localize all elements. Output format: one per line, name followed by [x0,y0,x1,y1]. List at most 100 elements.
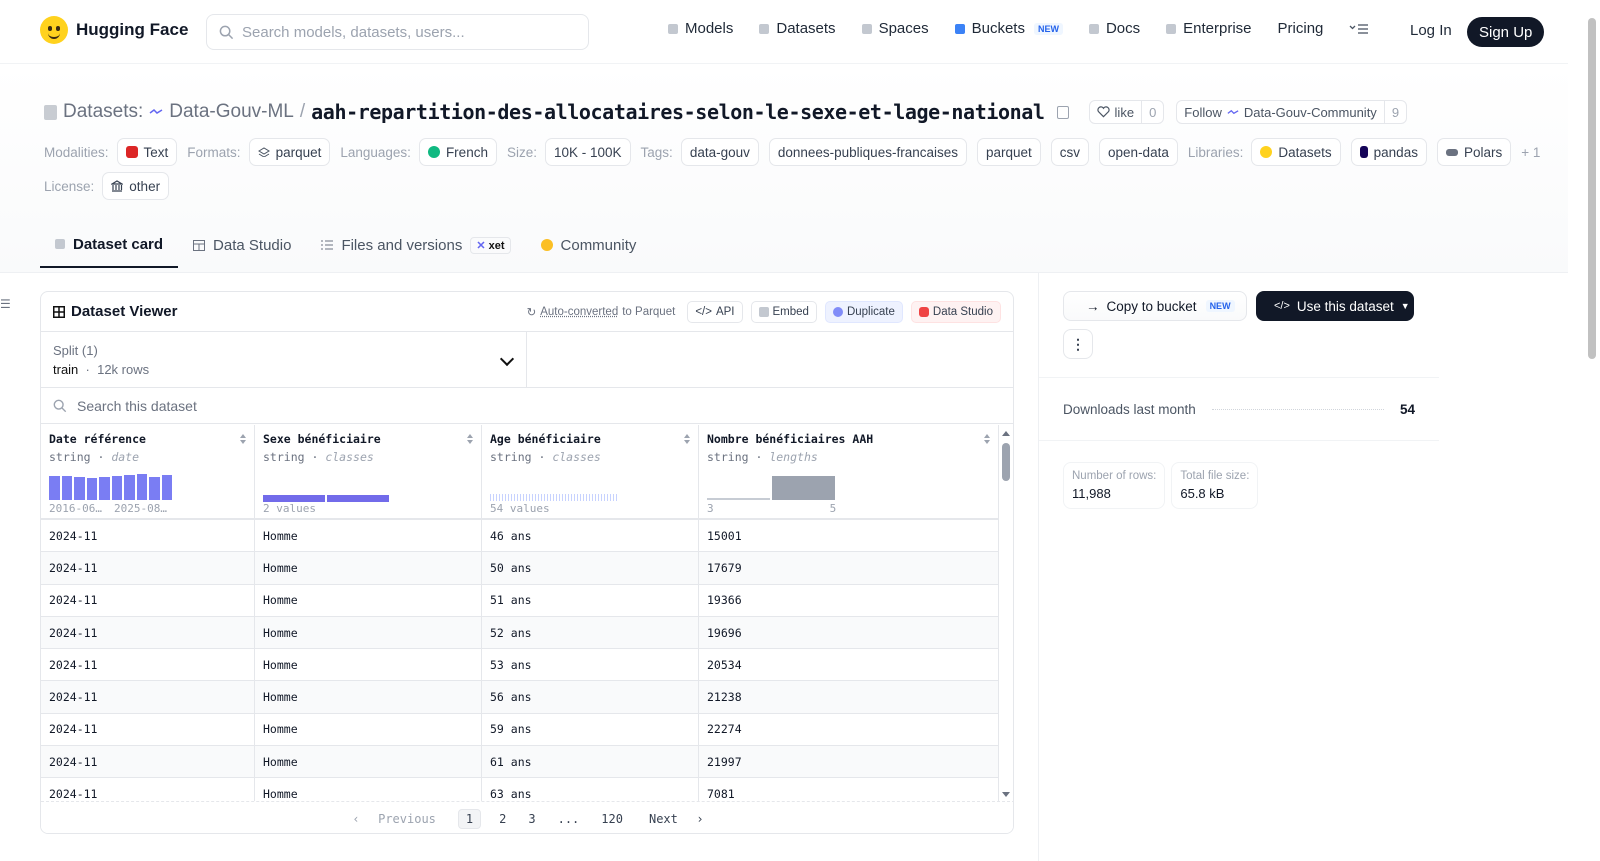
cell-sexe[interactable]: Homme [255,616,482,649]
class-distribution[interactable] [263,495,389,502]
nav-buckets[interactable]: Buckets NEW [954,20,1063,37]
table-row[interactable]: 2024-11 Homme 53 ans 20534 [41,649,999,682]
cell-nombre[interactable]: 22274 [699,713,999,746]
cell-nombre[interactable]: 20534 [699,649,999,681]
date-histogram[interactable] [49,474,172,500]
cell-age[interactable]: 51 ans [482,584,699,616]
table-row[interactable]: 2024-11 Homme 46 ans 15001 [41,520,999,553]
modality-tag[interactable]: Text [116,138,178,166]
library-tag[interactable]: Datasets [1251,138,1341,166]
histogram-bar[interactable] [61,476,72,500]
cell-date[interactable]: 2024-11 [41,520,255,552]
repo-name[interactable]: aah-repartition-des-allocataires-selon-l… [311,100,1045,124]
class-bar[interactable] [327,495,389,502]
cell-nombre[interactable]: 21238 [699,681,999,713]
library-tag[interactable]: Polars [1436,138,1512,166]
dataset-search-input[interactable] [77,397,477,414]
page-button[interactable]: 3 [524,810,539,828]
cell-age[interactable]: 52 ans [482,616,699,649]
copy-icon[interactable] [1056,105,1069,119]
table-scrollbar[interactable] [999,425,1013,801]
cell-age[interactable]: 46 ans [482,520,699,552]
cell-date[interactable]: 2024-11 [41,681,255,713]
cell-nombre[interactable]: 17679 [699,552,999,584]
tag-chip[interactable]: csv [1050,138,1090,166]
histogram-bar[interactable] [161,475,172,500]
table-row[interactable]: 2024-11 Homme 61 ans 21997 [41,746,999,779]
histogram-bar[interactable] [124,475,135,500]
libraries-more[interactable]: + 1 [1521,145,1540,160]
column-header-sexe[interactable]: Sexe bénéficiaire string · classes 2 val… [255,425,482,518]
license-tag[interactable]: other [102,172,170,200]
histogram-bar[interactable] [99,477,110,500]
sort-icon[interactable] [240,434,246,444]
page-scrollbar[interactable] [1568,0,1600,861]
copy-to-bucket-button[interactable]: → Copy to bucket NEW [1063,291,1247,321]
histogram-bar[interactable] [74,477,85,500]
data-studio-button[interactable]: Data Studio [910,300,1001,323]
cell-date[interactable]: 2024-11 [41,552,255,584]
histogram-bar[interactable] [136,474,147,500]
cell-sexe[interactable]: Homme [255,552,482,584]
previous-page-button[interactable]: ‹ Previous [348,810,443,828]
table-row[interactable]: 2024-11 Homme 51 ans 19366 [41,584,999,617]
language-tag[interactable]: French [418,138,497,166]
duplicate-button[interactable]: Duplicate [824,300,903,323]
nav-models[interactable]: Models [668,20,733,37]
brand-logo[interactable]: Hugging Face [40,16,188,44]
dataset-search[interactable] [41,388,1013,424]
nav-enterprise[interactable]: Enterprise [1166,20,1252,37]
cell-age[interactable]: 61 ans [482,746,699,778]
cell-age[interactable]: 53 ans [482,649,699,681]
tab-files[interactable]: Files and versions ✕ xet [306,222,525,268]
login-link[interactable]: Log In [1410,22,1452,39]
library-tag[interactable]: pandas [1350,138,1427,166]
like-button[interactable]: like 0 [1088,100,1165,124]
follow-button[interactable]: Follow Data-Gouv-Community 9 [1176,100,1408,124]
section-label[interactable]: Datasets: [63,101,143,123]
format-tag[interactable]: parquet [248,138,331,166]
column-header-date[interactable]: Date référence string · date 2016-06… 202… [41,425,255,518]
cell-nombre[interactable]: 19696 [699,616,999,649]
cell-nombre[interactable]: 21997 [699,746,999,778]
cell-age[interactable]: 50 ans [482,552,699,584]
histogram-bar[interactable] [149,477,160,500]
nav-pricing[interactable]: Pricing [1278,20,1324,37]
page-button[interactable]: 2 [495,810,510,828]
class-distribution[interactable] [490,494,618,501]
column-header-nombre[interactable]: Nombre bénéficiaires AAH string · length… [699,425,999,518]
org-link[interactable]: Data-Gouv-ML [169,101,294,123]
signup-button[interactable]: Sign Up [1467,17,1545,47]
table-row[interactable]: 2024-11 Homme 52 ans 19696 [41,616,999,650]
cell-nombre[interactable]: 15001 [699,520,999,552]
nav-datasets[interactable]: Datasets [759,20,836,37]
more-options-icon[interactable]: ⋮ [1063,329,1093,359]
tag-chip[interactable]: donnees-publiques-francaises [768,138,967,166]
global-search-input[interactable] [242,23,562,41]
cell-nombre[interactable]: 19366 [699,584,999,616]
sort-icon[interactable] [684,434,690,444]
sort-icon[interactable] [467,434,473,444]
table-row[interactable]: 2024-11 Homme 59 ans 22274 [41,713,999,747]
cell-date[interactable]: 2024-11 [41,746,255,778]
histogram-bar[interactable] [111,476,122,500]
tag-chip[interactable]: open-data [1099,138,1178,166]
tag-chip[interactable]: data-gouv [680,138,759,166]
tag-chip[interactable]: parquet [976,138,1041,166]
page-button[interactable]: 1 [457,808,482,829]
embed-button[interactable]: Embed [750,300,817,323]
size-tag[interactable]: 10K - 100K [544,138,631,166]
auto-converted-link[interactable]: Auto-converted [540,306,618,318]
column-header-age[interactable]: Age bénéficiaire string · classes 54 val… [482,425,699,518]
table-row[interactable]: 2024-11 Homme 50 ans 17679 [41,552,999,585]
tab-dataset-card[interactable]: Dataset card [40,222,179,268]
histogram-bar[interactable] [86,478,97,500]
sidebar-toggle-icon[interactable]: ☰ [0,297,11,311]
split-select[interactable]: Split (1) train · 12k rows [41,332,527,387]
length-bar[interactable] [772,476,835,500]
length-bar[interactable] [707,498,770,500]
scroll-down-icon[interactable] [1002,792,1010,797]
cell-age[interactable]: 59 ans [482,713,699,746]
scroll-thumb[interactable] [1002,443,1010,481]
api-button[interactable]: </> API [687,300,743,323]
